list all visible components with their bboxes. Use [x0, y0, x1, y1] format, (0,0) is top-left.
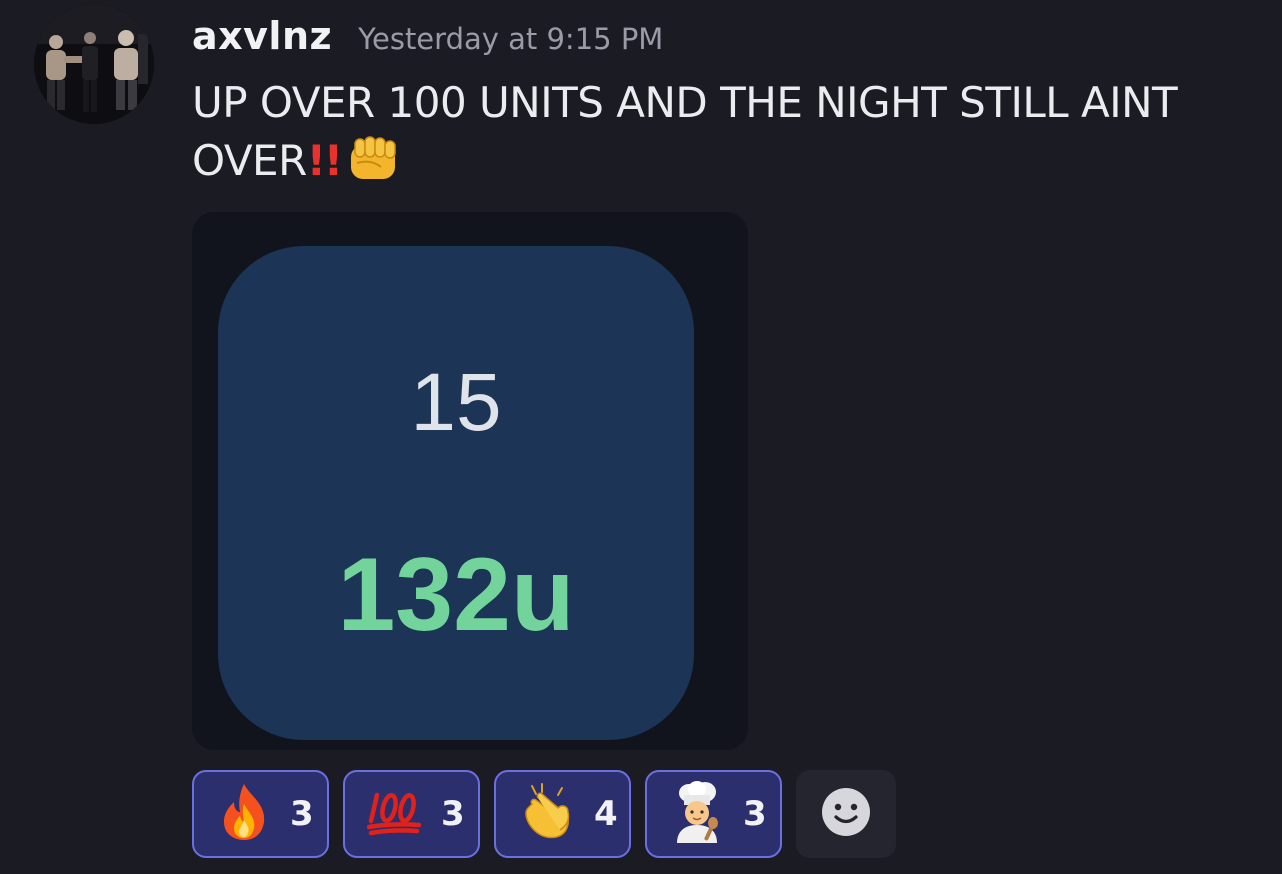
add-reaction-button[interactable] — [796, 770, 896, 858]
cook-emoji — [669, 781, 725, 847]
fire-emoji — [216, 782, 272, 846]
reactions-bar: 3 3 4 3 — [192, 770, 896, 858]
reaction-count: 4 — [594, 794, 618, 834]
hundred-points-emoji — [366, 787, 423, 841]
reaction-count: 3 — [743, 794, 767, 834]
reaction-clap[interactable]: 4 — [494, 770, 631, 858]
reaction-fire[interactable]: 3 — [192, 770, 329, 858]
chat-message: axvlnz Yesterday at 9:15 PM UP OVER 100 … — [0, 0, 1282, 874]
oncoming-fist-emoji — [347, 133, 403, 198]
double-exclamation-emoji: !! — [306, 136, 343, 185]
reaction-hundred[interactable]: 3 — [343, 770, 480, 858]
reaction-count: 3 — [441, 794, 465, 834]
message-text-line2: OVER — [192, 136, 307, 185]
username[interactable]: axvlnz — [192, 14, 332, 58]
clapping-hands-emoji — [518, 782, 576, 846]
message-header: axvlnz Yesterday at 9:15 PM — [192, 14, 663, 58]
reaction-cook[interactable]: 3 — [645, 770, 782, 858]
units-tile: 15 132u — [218, 246, 694, 740]
smiley-icon — [820, 786, 872, 842]
message-content: UP OVER 100 UNITS AND THE NIGHT STILL AI… — [192, 74, 1242, 198]
tile-count: 15 — [410, 357, 502, 448]
timestamp[interactable]: Yesterday at 9:15 PM — [358, 22, 663, 56]
message-text-line1: UP OVER 100 UNITS AND THE NIGHT STILL AI… — [192, 78, 1178, 127]
tile-units: 132u — [337, 537, 575, 653]
user-avatar[interactable] — [34, 4, 154, 124]
image-attachment[interactable]: 15 132u — [192, 212, 748, 750]
reaction-count: 3 — [290, 794, 314, 834]
